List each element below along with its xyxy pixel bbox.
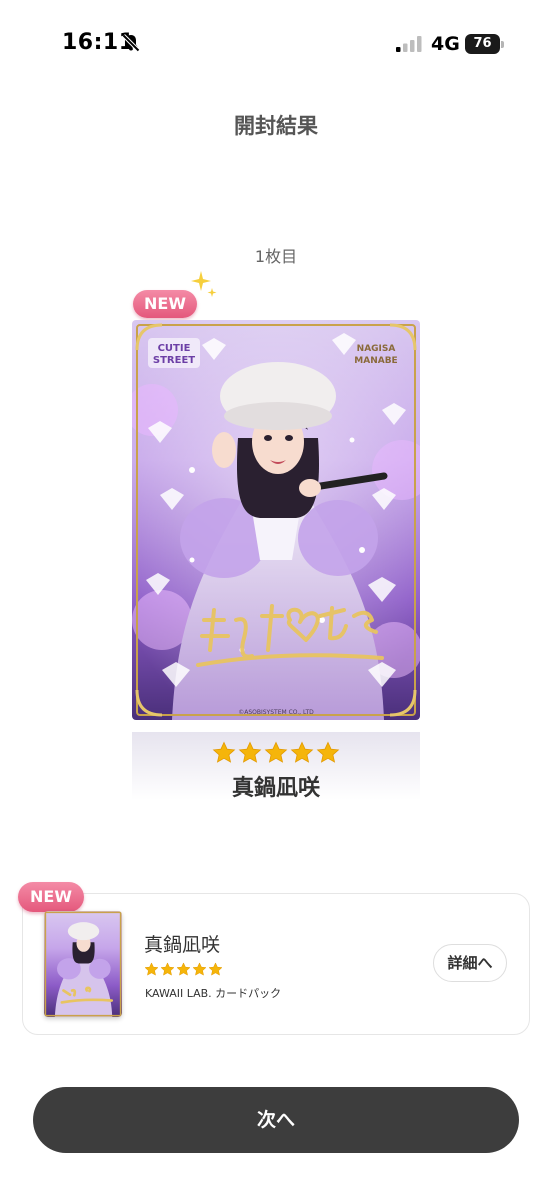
signal-bars-icon <box>396 36 422 52</box>
new-badge: NEW <box>133 290 197 318</box>
summary-pack-name: KAWAII LAB. カードパック <box>145 987 282 1000</box>
battery-level: 76 <box>465 34 500 54</box>
bell-slash-icon <box>122 34 140 52</box>
member-romaji-line1: NAGISA <box>357 344 396 354</box>
network-type: 4G <box>431 33 460 55</box>
summary-member-name: 真鍋凪咲 <box>144 934 221 956</box>
member-romaji-line2: MANABE <box>354 356 397 366</box>
member-name: 真鍋凪咲 <box>231 776 320 801</box>
rarity-stars <box>0 741 552 765</box>
card-copyright: ©ASOBISYSTEM CO., LTD <box>238 709 314 716</box>
battery-tip <box>501 41 504 48</box>
status-bar: 16:11 4G 76 <box>0 0 552 90</box>
next-button[interactable]: 次へ <box>33 1087 519 1153</box>
star-icon <box>264 741 288 763</box>
member-card[interactable]: CUTIE STREET NAGISA MANABE ©ASOBISYSTEM … <box>132 320 420 720</box>
star-icon <box>212 741 236 763</box>
brand-logo-line2: STREET <box>153 355 195 366</box>
star-icon <box>238 741 262 763</box>
star-icon <box>144 962 159 976</box>
star-icon <box>316 741 340 763</box>
card-artwork: CUTIE STREET NAGISA MANABE ©ASOBISYSTEM … <box>132 320 420 720</box>
detail-button[interactable]: 詳細へ <box>433 944 507 982</box>
battery-icon: 76 <box>465 34 505 54</box>
card-thumbnail[interactable] <box>44 911 122 1017</box>
brand-logo-line1: CUTIE <box>158 343 191 354</box>
brand-logo: CUTIE STREET <box>148 338 200 368</box>
star-icon <box>290 741 314 763</box>
page-title: 開封結果 <box>234 114 318 138</box>
summary-rarity-stars <box>144 962 224 978</box>
star-icon <box>192 962 207 976</box>
thumbnail-artwork <box>44 911 122 1017</box>
star-icon <box>208 962 223 976</box>
card-index: 1枚目 <box>254 247 298 266</box>
summary-new-badge: NEW <box>18 882 84 912</box>
star-icon <box>160 962 175 976</box>
star-icon <box>176 962 191 976</box>
